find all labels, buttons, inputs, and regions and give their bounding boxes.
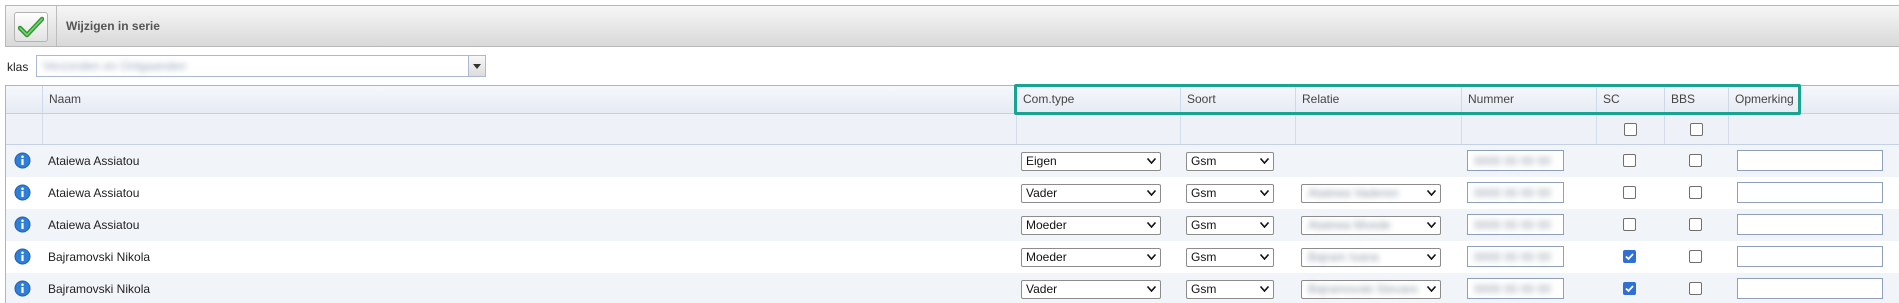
bbs-checkbox[interactable] [1689,186,1702,199]
filter-sc-checkbox[interactable] [1624,123,1637,136]
nummer-value: 0000 00 00 00 [1474,186,1551,200]
header-icon-col [6,86,42,113]
comtype-select[interactable]: Vader [1021,280,1161,299]
soort-value: Gsm [1191,154,1217,168]
info-icon[interactable] [14,280,31,297]
nummer-input[interactable]: 0000 00 00 00 [1467,246,1564,267]
soort-value: Gsm [1191,250,1217,264]
opmerking-input[interactable] [1737,246,1883,267]
klas-value: Verzonden en Ontgaanden [43,59,187,73]
soort-select[interactable]: Gsm [1186,152,1274,171]
sc-checkbox[interactable] [1623,186,1636,199]
relatie-value: Ataiewa Vaderen [1308,186,1399,200]
soort-select[interactable]: Gsm [1186,248,1274,267]
relatie-value: Ataiewa Moede [1308,218,1391,232]
toolbar-separator [56,6,57,46]
bbs-checkbox[interactable] [1689,154,1702,167]
opmerking-input[interactable] [1737,150,1883,171]
info-icon[interactable] [14,152,31,169]
relatie-select[interactable]: Ataiewa Moede [1301,216,1441,235]
soort-select[interactable]: Gsm [1186,280,1274,299]
save-button[interactable] [14,12,48,42]
nummer-value: 0000 00 00 00 [1474,154,1551,168]
header-soort[interactable]: Soort [1180,86,1295,113]
info-icon[interactable] [14,184,31,201]
grid-filter-row [6,114,1899,145]
header-sc[interactable]: SC [1596,86,1664,113]
nummer-input[interactable]: 0000 00 00 00 [1467,214,1564,235]
header-opmerking[interactable]: Opmerking [1728,86,1899,113]
table-row: Ataiewa Assiatou Moeder Gsm Ataiewa Moede 00… [6,209,1899,241]
nummer-input[interactable]: 0000 00 00 00 [1467,182,1564,203]
row-naam: Bajramovski Nikola [48,250,151,264]
klas-label: klas [7,60,29,74]
opmerking-input[interactable] [1737,214,1883,235]
header-comtype[interactable]: Com.type [1016,86,1180,113]
table-row: Ataiewa Assiatou Vader Gsm Ataiewa Vaderen 0… [6,177,1899,209]
relatie-select[interactable]: Ataiewa Vaderen [1301,184,1441,203]
info-icon[interactable] [14,216,31,233]
comtype-value: Eigen [1026,154,1057,168]
table-row: Bajramovski Nikola Moeder Gsm Bajram Ivana 0… [6,241,1899,273]
row-naam: Ataiewa Assiatou [48,154,140,168]
relatie-value: Bajram Ivana [1308,250,1379,264]
comtype-select[interactable]: Moeder [1021,216,1161,235]
nummer-value: 0000 00 00 00 [1474,250,1551,264]
comtype-select[interactable]: Eigen [1021,152,1161,171]
filter-bbs-checkbox[interactable] [1690,123,1703,136]
nummer-input[interactable]: 0000 00 00 00 [1467,278,1564,299]
nummer-value: 0000 00 00 00 [1474,218,1551,232]
checkmark-icon [18,16,44,38]
opmerking-input[interactable] [1737,278,1883,299]
soort-select[interactable]: Gsm [1186,216,1274,235]
klas-select[interactable]: Verzonden en Ontgaanden [36,55,486,77]
bbs-checkbox[interactable] [1689,282,1702,295]
soort-value: Gsm [1191,218,1217,232]
info-icon[interactable] [14,248,31,265]
relatie-value: Bajramovski Stevandelje [1308,282,1418,296]
comtype-select[interactable]: Vader [1021,184,1161,203]
header-nummer[interactable]: Nummer [1461,86,1596,113]
sc-checkbox[interactable] [1623,154,1636,167]
sc-checkbox[interactable] [1623,218,1636,231]
comtype-value: Vader [1026,186,1058,200]
toolbar: Wijzigen in serie [5,5,1899,47]
bbs-checkbox[interactable] [1689,250,1702,263]
comtype-value: Moeder [1026,250,1067,264]
comtype-value: Moeder [1026,218,1067,232]
toolbar-title: Wijzigen in serie [66,19,160,33]
grid-header: Naam Com.type Soort Relatie Nummer SC BB… [6,86,1899,114]
relatie-select[interactable]: Bajramovski Stevandelje [1301,280,1441,299]
sc-checkbox[interactable] [1623,282,1636,295]
header-bbs[interactable]: BBS [1664,86,1728,113]
row-naam: Ataiewa Assiatou [48,186,140,200]
chevron-down-icon[interactable] [468,56,485,76]
row-naam: Bajramovski Nikola [48,282,151,296]
header-naam[interactable]: Naam [42,86,1016,113]
bbs-checkbox[interactable] [1689,218,1702,231]
soort-select[interactable]: Gsm [1186,184,1274,203]
comtype-select[interactable]: Moeder [1021,248,1161,267]
soort-value: Gsm [1191,282,1217,296]
soort-value: Gsm [1191,186,1217,200]
comtype-value: Vader [1026,282,1058,296]
sc-checkbox[interactable] [1623,250,1636,263]
table-row: Bajramovski Nikola Vader Gsm Bajramovski St… [6,273,1899,303]
table-row: Ataiewa Assiatou Eigen Gsm 0000 00 00 00 [6,145,1899,177]
nummer-input[interactable]: 0000 00 00 00 [1467,150,1564,171]
row-naam: Ataiewa Assiatou [48,218,140,232]
opmerking-input[interactable] [1737,182,1883,203]
header-relatie[interactable]: Relatie [1295,86,1461,113]
grid: Naam Com.type Soort Relatie Nummer SC BB… [5,85,1899,303]
nummer-value: 0000 00 00 00 [1474,282,1551,296]
relatie-select[interactable]: Bajram Ivana [1301,248,1441,267]
